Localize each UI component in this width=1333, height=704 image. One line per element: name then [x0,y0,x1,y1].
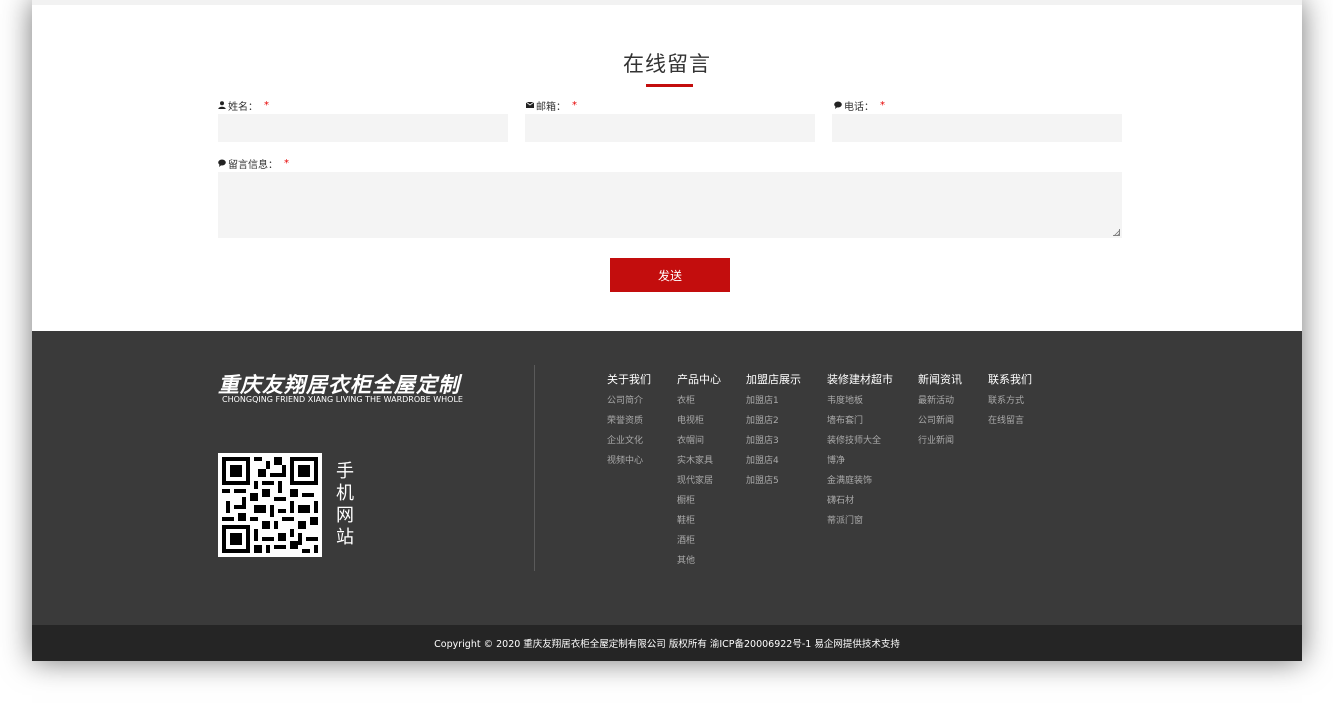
page: 在线留言 姓名： * 邮箱： * 电话： * 留言信息： * 发送 重庆友翔居衣… [32,0,1302,661]
footer-nav-franchise: 加盟店展示 加盟店1 加盟店2 加盟店3 加盟店4 加盟店5 [746,371,801,495]
copyright-text: Copyright © 2020 重庆友翔居衣柜全屋定制有限公司 版权所有 渝I… [434,639,900,650]
mobile-site-char: 网 [336,505,354,526]
qr-code [218,453,322,557]
name-input[interactable] [218,114,508,142]
nav-heading[interactable]: 装修建材超市 [827,371,893,387]
mobile-site-char: 手 [336,461,354,482]
footer-nav-news: 新闻资讯 最新活动 公司新闻 行业新闻 [918,371,962,455]
nav-link[interactable]: 礴石材 [827,495,893,515]
footer-nav-products: 产品中心 衣柜 电视柜 衣帽间 实木家具 现代家居 橱柜 鞋柜 酒柜 其他 [677,371,721,575]
top-divider [32,0,1302,5]
nav-link[interactable]: 博净 [827,455,893,475]
footer-divider [534,365,535,571]
email-label: 邮箱： [536,102,566,113]
nav-link[interactable]: 最新活动 [918,395,962,415]
nav-heading[interactable]: 关于我们 [607,371,651,387]
nav-link[interactable]: 视频中心 [607,455,651,475]
speech-bubble-icon [218,159,226,169]
nav-link[interactable]: 公司新闻 [918,415,962,435]
send-button[interactable]: 发送 [610,258,730,292]
message-label-group: 留言信息： * [218,156,289,171]
footer-nav-about: 关于我们 公司简介 荣誉资质 企业文化 视频中心 [607,371,651,475]
required-mark: * [284,158,289,169]
footer: 重庆友翔居衣柜全屋定制 CHONGQING FRIEND XIANG LIVIN… [32,331,1302,625]
nav-link[interactable]: 加盟店4 [746,455,801,475]
nav-link[interactable]: 行业新闻 [918,435,962,455]
nav-link[interactable]: 加盟店1 [746,395,801,415]
footer-nav-contact: 联系我们 联系方式 在线留言 [988,371,1032,435]
footer-nav-materials: 装修建材超市 韦度地板 墙布套门 装修技师大全 博净 金满庭装饰 礴石材 蒂派门… [827,371,893,535]
mobile-site-char: 站 [336,527,354,548]
phone-input[interactable] [832,114,1122,142]
nav-heading[interactable]: 产品中心 [677,371,721,387]
nav-link[interactable]: 公司简介 [607,395,651,415]
message-label: 留言信息： [228,160,278,171]
nav-heading[interactable]: 新闻资讯 [918,371,962,387]
nav-link[interactable]: 墙布套门 [827,415,893,435]
nav-link[interactable]: 联系方式 [988,395,1032,415]
message-textarea[interactable] [218,172,1122,238]
nav-heading[interactable]: 加盟店展示 [746,371,801,387]
speech-bubble-icon [834,101,842,111]
mobile-site-char: 机 [336,483,354,504]
nav-link[interactable]: 衣柜 [677,395,721,415]
email-input[interactable] [525,114,815,142]
nav-heading[interactable]: 联系我们 [988,371,1032,387]
brand-english-text: CHONGQING FRIEND XIANG LIVING THE WARDRO… [222,395,463,404]
phone-label: 电话： [844,102,874,113]
name-label-group: 姓名： * [218,98,269,113]
nav-link[interactable]: 衣帽间 [677,435,721,455]
nav-link[interactable]: 荣誉资质 [607,415,651,435]
nav-link[interactable]: 金满庭装饰 [827,475,893,495]
user-icon [218,100,226,111]
nav-link[interactable]: 企业文化 [607,435,651,455]
nav-link[interactable]: 加盟店5 [746,475,801,495]
nav-link[interactable]: 加盟店3 [746,435,801,455]
name-label: 姓名： [228,102,258,113]
required-mark: * [264,100,269,111]
phone-label-group: 电话： * [834,98,885,113]
email-label-group: 邮箱： * [525,98,577,113]
title-underline [646,84,693,87]
nav-link[interactable]: 加盟店2 [746,415,801,435]
required-mark: * [880,100,885,111]
nav-link[interactable]: 装修技师大全 [827,435,893,455]
nav-link[interactable]: 韦度地板 [827,395,893,415]
nav-link[interactable]: 橱柜 [677,495,721,515]
nav-link[interactable]: 实木家具 [677,455,721,475]
nav-link[interactable]: 在线留言 [988,415,1032,435]
nav-link[interactable]: 蒂派门窗 [827,515,893,535]
message-section-title: 在线留言 [623,52,711,76]
required-mark: * [572,100,577,111]
mail-icon [525,101,535,110]
nav-link[interactable]: 酒柜 [677,535,721,555]
nav-link[interactable]: 其他 [677,555,721,575]
resize-handle-icon[interactable] [1113,229,1120,236]
copyright-bar: Copyright © 2020 重庆友翔居衣柜全屋定制有限公司 版权所有 渝I… [32,625,1302,661]
nav-link[interactable]: 鞋柜 [677,515,721,535]
nav-link[interactable]: 电视柜 [677,415,721,435]
nav-link[interactable]: 现代家居 [677,475,721,495]
mobile-site-label: 手 机 网 站 [334,461,356,549]
